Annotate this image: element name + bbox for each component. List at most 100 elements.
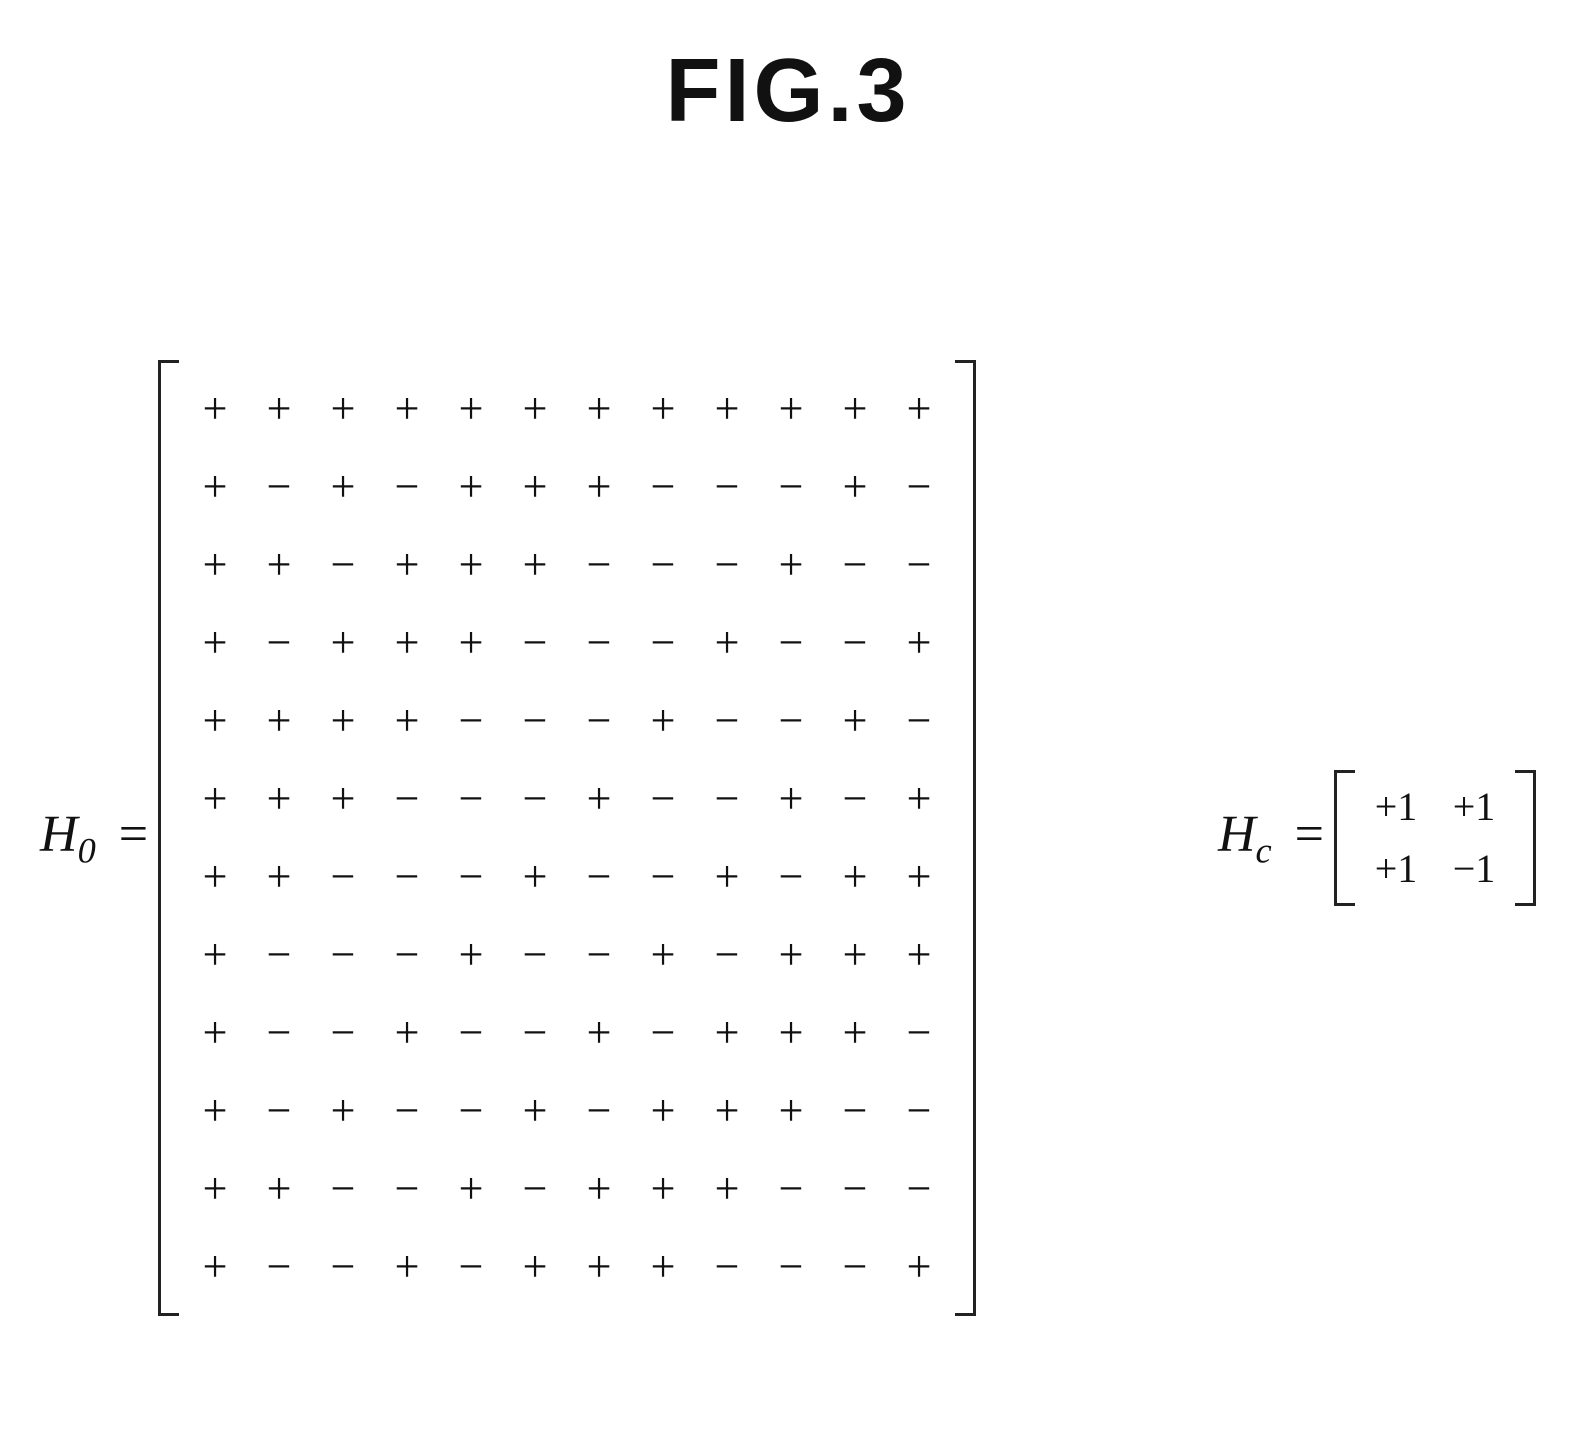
matrix-cell: + xyxy=(523,1089,548,1133)
matrix-cell: − xyxy=(651,465,676,509)
matrix-cell: − xyxy=(779,855,804,899)
h0-equation: H0 = +++++++++++++−+−+++−−−+−++−+++−−−+−… xyxy=(40,360,976,1316)
hc-equals: = xyxy=(1285,806,1334,863)
matrix-cell: − xyxy=(395,1089,420,1133)
matrix-cell: + xyxy=(843,933,868,977)
matrix-cell: +1 xyxy=(1453,787,1496,827)
matrix-cell: − xyxy=(779,465,804,509)
matrix-cell: − xyxy=(523,777,548,821)
matrix-cell: − xyxy=(331,933,356,977)
matrix-cell: − xyxy=(779,1167,804,1211)
matrix-cell: + xyxy=(395,699,420,743)
h0-label-base: H xyxy=(40,806,78,863)
hc-label: Hc = xyxy=(1218,805,1334,871)
matrix-cell: + xyxy=(395,543,420,587)
matrix-cell: + xyxy=(651,1089,676,1133)
matrix-cell: − xyxy=(459,855,484,899)
matrix-cell: − xyxy=(779,621,804,665)
matrix-cell: + xyxy=(203,1167,228,1211)
matrix-cell: + xyxy=(907,855,932,899)
matrix-cell: − xyxy=(523,621,548,665)
hc-matrix: +1+1+1−1 xyxy=(1334,770,1536,906)
matrix-cell: + xyxy=(651,933,676,977)
matrix-cell: + xyxy=(715,387,740,431)
bracket-left xyxy=(158,360,179,1316)
matrix-cell: + xyxy=(203,465,228,509)
matrix-cell: + xyxy=(587,777,612,821)
h0-matrix: +++++++++++++−+−+++−−−+−++−+++−−−+−−+−++… xyxy=(158,360,976,1316)
matrix-cell: − xyxy=(715,1245,740,1289)
matrix-cell: + xyxy=(395,621,420,665)
hc-grid: +1+1+1−1 xyxy=(1355,770,1515,906)
h0-label: H0 = xyxy=(40,805,158,871)
matrix-cell: + xyxy=(715,1089,740,1133)
matrix-cell: − xyxy=(395,1167,420,1211)
matrix-cell: + xyxy=(587,387,612,431)
matrix-cell: + xyxy=(779,1089,804,1133)
matrix-cell: + xyxy=(459,1167,484,1211)
matrix-cell: + xyxy=(203,543,228,587)
h0-label-sub: 0 xyxy=(78,830,96,870)
matrix-cell: − xyxy=(395,777,420,821)
matrix-cell: − xyxy=(907,1011,932,1055)
matrix-cell: + xyxy=(331,387,356,431)
matrix-cell: + xyxy=(843,1011,868,1055)
matrix-cell: + xyxy=(779,933,804,977)
matrix-cell: + xyxy=(907,621,932,665)
matrix-cell: + xyxy=(651,387,676,431)
matrix-cell: − xyxy=(267,465,292,509)
matrix-cell: − xyxy=(843,1167,868,1211)
matrix-cell: + xyxy=(843,465,868,509)
matrix-cell: + xyxy=(523,543,548,587)
matrix-cell: − xyxy=(395,465,420,509)
matrix-cell: + xyxy=(779,387,804,431)
matrix-cell: +1 xyxy=(1375,787,1418,827)
matrix-cell: − xyxy=(267,933,292,977)
matrix-cell: − xyxy=(843,777,868,821)
matrix-cell: + xyxy=(267,855,292,899)
matrix-cell: + xyxy=(267,699,292,743)
matrix-cell: + xyxy=(459,387,484,431)
matrix-cell: − xyxy=(459,1089,484,1133)
matrix-cell: + xyxy=(459,465,484,509)
matrix-cell: − xyxy=(651,855,676,899)
matrix-cell: + xyxy=(203,855,228,899)
matrix-cell: − xyxy=(651,543,676,587)
matrix-cell: − xyxy=(267,621,292,665)
matrix-cell: + xyxy=(715,1167,740,1211)
matrix-cell: + xyxy=(523,465,548,509)
matrix-cell: + xyxy=(203,1011,228,1055)
matrix-cell: +1 xyxy=(1375,849,1418,889)
matrix-cell: + xyxy=(907,777,932,821)
matrix-cell: + xyxy=(267,543,292,587)
matrix-cell: − xyxy=(715,777,740,821)
matrix-cell: + xyxy=(779,777,804,821)
matrix-cell: + xyxy=(203,1245,228,1289)
matrix-cell: − xyxy=(843,543,868,587)
matrix-cell: − xyxy=(587,699,612,743)
bracket-right xyxy=(955,360,976,1316)
matrix-cell: − xyxy=(651,1011,676,1055)
matrix-cell: + xyxy=(587,1011,612,1055)
matrix-cell: + xyxy=(843,855,868,899)
matrix-cell: + xyxy=(843,699,868,743)
matrix-cell: − xyxy=(779,699,804,743)
matrix-cell: + xyxy=(779,543,804,587)
matrix-cell: − xyxy=(587,621,612,665)
matrix-cell: + xyxy=(331,699,356,743)
matrix-cell: − xyxy=(651,777,676,821)
matrix-cell: + xyxy=(203,699,228,743)
matrix-cell: − xyxy=(267,1245,292,1289)
matrix-cell: − xyxy=(331,1245,356,1289)
matrix-cell: + xyxy=(203,1089,228,1133)
matrix-cell: − xyxy=(395,855,420,899)
matrix-cell: + xyxy=(907,387,932,431)
matrix-cell: − xyxy=(267,1089,292,1133)
matrix-cell: + xyxy=(331,621,356,665)
matrix-cell: − xyxy=(395,933,420,977)
matrix-cell: − xyxy=(907,543,932,587)
matrix-cell: − xyxy=(843,1089,868,1133)
matrix-cell: + xyxy=(587,1167,612,1211)
matrix-cell: − xyxy=(715,543,740,587)
hc-equation: Hc = +1+1+1−1 xyxy=(1218,770,1536,906)
